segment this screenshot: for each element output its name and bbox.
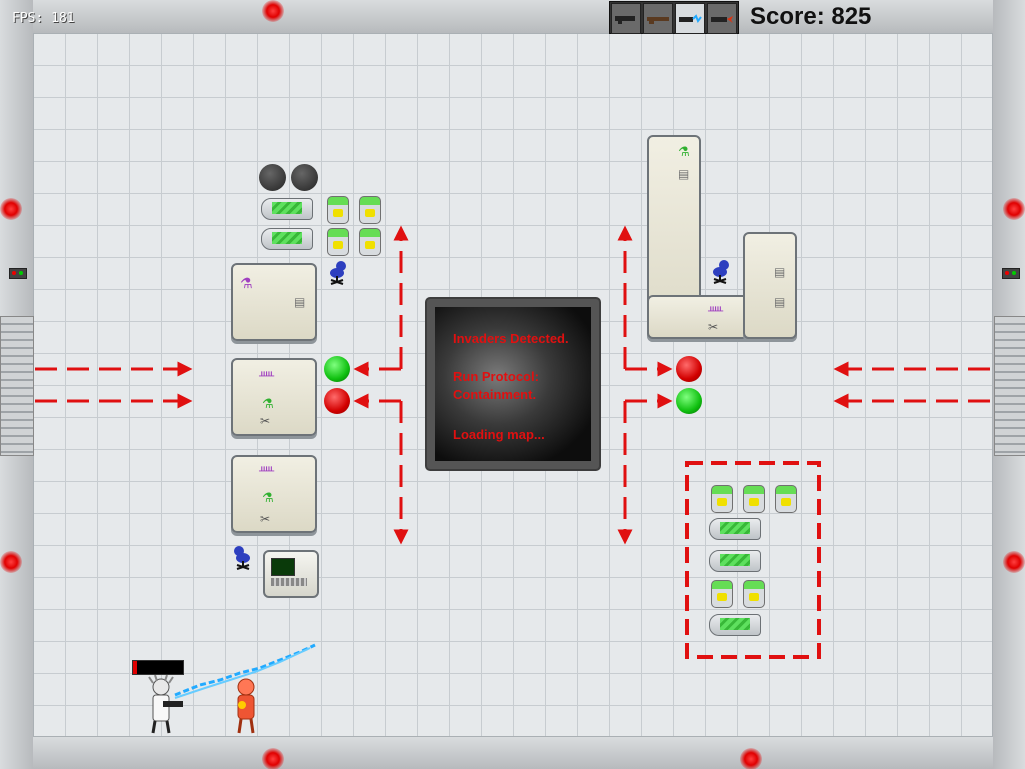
weapon-slot-3[interactable]	[675, 3, 705, 34]
mission-text-line2: Run Protocol:	[453, 369, 539, 384]
flamethrower-icon	[711, 15, 733, 23]
mission-text-line1: Invaders Detected.	[453, 331, 569, 346]
scissors-icon: ✂	[260, 414, 271, 428]
lab-bench-l-shape-riser	[743, 232, 797, 339]
toxic-barrel	[359, 228, 381, 256]
office-chair	[713, 260, 729, 284]
toxic-barrel	[327, 228, 349, 256]
toxic-barrel	[711, 580, 733, 608]
rifle-icon	[647, 16, 669, 24]
terminal-screen	[271, 558, 295, 576]
status-lamp-red-left	[324, 388, 350, 414]
computer-terminal	[263, 550, 319, 598]
weapon-slot-1[interactable]	[611, 3, 641, 34]
status-lamp-green-right	[676, 388, 702, 414]
test-tubes-icon: ᚊ	[259, 464, 275, 477]
chemical-tank	[709, 518, 761, 540]
toxic-barrel	[327, 196, 349, 224]
flask-icon: ⚗	[262, 491, 274, 506]
terminal-keyboard	[271, 578, 307, 586]
lightning-gun-icon	[679, 13, 702, 23]
score-display: Score: 825	[750, 3, 872, 30]
alien-invader	[237, 678, 255, 734]
black-sphere	[259, 164, 286, 191]
toxic-barrel	[359, 196, 381, 224]
player-health-fill	[133, 661, 137, 674]
weapon-slot-2[interactable]	[643, 3, 673, 34]
microscope-icon: ▤	[774, 295, 786, 309]
office-chair	[330, 261, 346, 285]
microscope-icon: ▤	[294, 295, 306, 309]
scissors-icon: ✂	[708, 320, 719, 334]
microscope-icon: ▤	[774, 265, 786, 279]
game-stage: Invaders Detected. Run Protocol: Contain…	[0, 0, 1025, 769]
microscope-icon: ▤	[678, 167, 690, 181]
test-tubes-icon: ᚊ	[259, 369, 275, 382]
mission-monitor: Invaders Detected. Run Protocol: Contain…	[427, 299, 599, 469]
weapon-selector	[609, 1, 739, 34]
blaster-icon	[615, 15, 635, 24]
chemical-tank	[261, 198, 313, 220]
beaker-icon: ⚗	[240, 276, 253, 292]
flask-icon: ⚗	[262, 397, 274, 412]
test-tubes-icon: ᚊ	[708, 304, 724, 317]
toxic-barrel	[711, 485, 733, 513]
toxic-barrel	[775, 485, 797, 513]
toxic-barrel	[743, 580, 765, 608]
chemical-tank	[261, 228, 313, 250]
toxic-barrel	[743, 485, 765, 513]
fps-counter: FPS: 181	[12, 11, 75, 26]
chemical-tank	[709, 614, 761, 636]
status-lamp-red-right	[676, 356, 702, 382]
chemical-tank	[709, 550, 761, 572]
black-sphere	[291, 164, 318, 191]
mission-text-line4: Loading map...	[453, 427, 545, 442]
flask-icon: ⚗	[678, 145, 690, 160]
scissors-icon: ✂	[260, 512, 271, 526]
office-chair	[234, 546, 250, 570]
mission-text-line3: Containment.	[453, 387, 537, 402]
weapon-slot-4[interactable]	[707, 3, 737, 34]
mission-monitor-display: Invaders Detected. Run Protocol: Contain…	[435, 307, 591, 461]
status-lamp-green-left	[324, 356, 350, 382]
